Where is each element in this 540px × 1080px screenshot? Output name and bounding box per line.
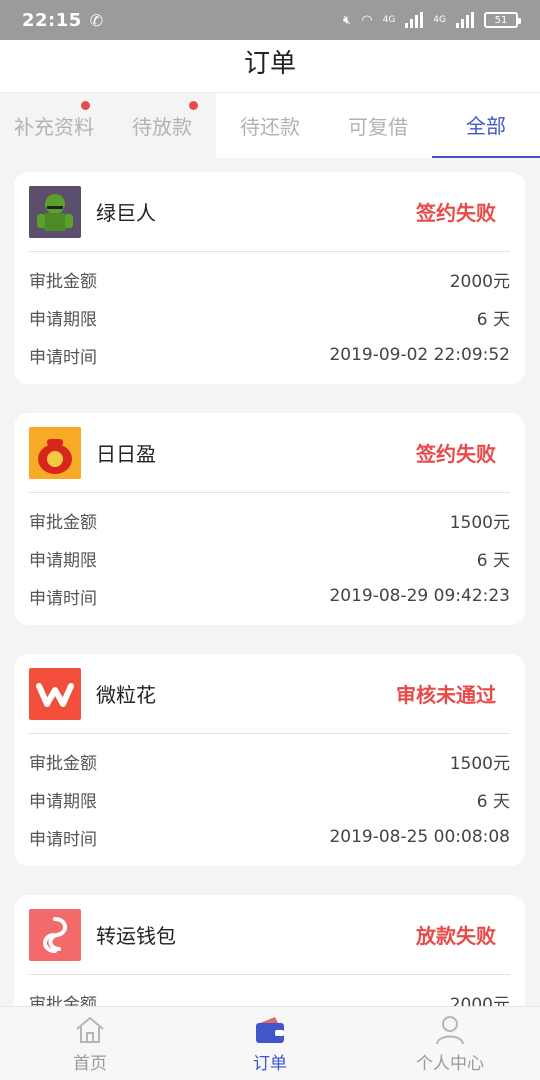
tab-pending-loan[interactable]: 待放款 — [108, 93, 216, 158]
order-status: 签约失败 — [416, 442, 496, 466]
nav-label: 个人中心 — [416, 1054, 484, 1074]
nav-label: 首页 — [73, 1054, 107, 1074]
term-label: 申请期限 — [29, 791, 97, 812]
product-name: 微粒花 — [96, 683, 156, 707]
term-row: 申请期限 6 天 — [29, 298, 510, 336]
product-name: 日日盈 — [96, 442, 156, 466]
card-header: 绿巨人 签约失败 — [29, 172, 510, 252]
signal-icon-2 — [456, 12, 474, 28]
term-value: 6 天 — [476, 791, 510, 812]
amount-label: 审批金额 — [29, 271, 97, 292]
nav-orders[interactable]: 订单 — [180, 1007, 360, 1080]
battery-level: 51 — [494, 14, 508, 26]
term-label: 申请期限 — [29, 309, 97, 330]
amount-value: 1500元 — [449, 512, 510, 533]
network-label-2: 4G — [433, 15, 446, 25]
term-row: 申请期限 6 天 — [29, 780, 510, 818]
time-value: 2019-08-25 00:08:08 — [329, 827, 510, 847]
top-header: 订单 — [0, 40, 540, 92]
wifi-icon: ◠ — [361, 12, 373, 28]
time-label: 申请时间 — [29, 347, 97, 368]
tab-reborrow[interactable]: 可复借 — [324, 93, 432, 158]
wifi-call-icon: ✆ — [89, 10, 104, 30]
tab-pending-repay[interactable]: 待还款 — [216, 93, 324, 158]
nav-profile[interactable]: 个人中心 — [360, 1007, 540, 1080]
order-status: 审核未通过 — [396, 683, 496, 707]
signal-icon — [405, 12, 424, 28]
time-row: 申请时间 2019-08-29 09:42:23 — [29, 577, 510, 615]
term-value: 6 天 — [476, 309, 510, 330]
network-label-1: 4G — [382, 15, 396, 25]
time-label: 申请时间 — [29, 829, 97, 850]
amount-row: 审批金额 1500元 — [29, 742, 510, 780]
nav-label: 订单 — [253, 1054, 287, 1074]
card-details: 审批金额 1500元 申请期限 6 天 申请时间 2019-08-29 09:42:2… — [29, 493, 510, 625]
hulk-logo-icon — [29, 185, 81, 238]
order-status: 放款失败 — [416, 924, 496, 948]
card-header: 转运钱包 放款失败 — [29, 895, 510, 975]
amount-label: 审批金额 — [29, 753, 97, 774]
person-icon — [436, 1016, 464, 1045]
time-row: 申请时间 2019-08-25 00:08:08 — [29, 818, 510, 856]
status-time: 22:15 — [22, 9, 82, 31]
mute-icon: 🔇︎ — [343, 12, 352, 28]
time-row: 申请时间 2019-09-02 22:09:52 — [29, 336, 510, 374]
amount-row: 审批金额 1500元 — [29, 501, 510, 539]
order-tabs: 补充资料 待放款 待还款 可复借 全部 — [0, 92, 540, 158]
tab-label: 全部 — [466, 114, 506, 138]
status-icons: 🔇︎ ◠ 4G 4G 51 — [343, 12, 521, 28]
card-header: 微粒花 审核未通过 — [29, 654, 510, 734]
product-name: 绿巨人 — [96, 201, 156, 225]
order-card[interactable]: 绿巨人 签约失败 审批金额 2000元 申请期限 6 天 申请时间 2019-09-0… — [14, 172, 525, 384]
amount-label: 审批金额 — [29, 512, 97, 533]
notification-dot — [81, 101, 90, 110]
money-bag-logo-icon — [29, 426, 81, 479]
time-value: 2019-08-29 09:42:23 — [329, 586, 510, 606]
tab-label: 待还款 — [240, 115, 300, 139]
tab-label: 补充资料 — [14, 115, 94, 139]
order-list: 绿巨人 签约失败 审批金额 2000元 申请期限 6 天 申请时间 2019-09-0… — [14, 172, 525, 1060]
card-header: 日日盈 签约失败 — [29, 413, 510, 493]
battery-icon: 51 — [484, 12, 521, 28]
time-label: 申请时间 — [29, 588, 97, 609]
home-icon — [76, 1016, 104, 1043]
time-value: 2019-09-02 22:09:52 — [329, 345, 510, 365]
amount-value: 1500元 — [449, 753, 510, 774]
bottom-nav: 首页 订单 个人中心 — [0, 1006, 540, 1080]
order-card[interactable]: 日日盈 签约失败 审批金额 1500元 申请期限 6 天 申请时间 2019-08-2… — [14, 413, 525, 625]
w-logo-icon — [29, 667, 81, 720]
tab-label: 可复借 — [348, 115, 408, 139]
page-title: 订单 — [243, 48, 296, 79]
card-details: 审批金额 2000元 申请期限 6 天 申请时间 2019-09-02 22:09:5… — [29, 252, 510, 384]
tab-all[interactable]: 全部 — [432, 93, 540, 158]
wallet-icon — [256, 1017, 284, 1043]
nav-home[interactable]: 首页 — [0, 1007, 180, 1080]
card-details: 审批金额 1500元 申请期限 6 天 申请时间 2019-08-25 00:08:0… — [29, 734, 510, 866]
term-value: 6 天 — [476, 550, 510, 571]
status-bar: 22:15 ✆ 🔇︎ ◠ 4G 4G 51 — [0, 0, 540, 40]
term-label: 申请期限 — [29, 550, 97, 571]
term-row: 申请期限 6 天 — [29, 539, 510, 577]
order-card[interactable]: 微粒花 审核未通过 审批金额 1500元 申请期限 6 天 申请时间 2019-08-… — [14, 654, 525, 866]
amount-row: 审批金额 2000元 — [29, 260, 510, 298]
tab-supplement[interactable]: 补充资料 — [0, 93, 108, 158]
order-status: 签约失败 — [416, 201, 496, 225]
swirl-logo-icon — [29, 908, 81, 961]
notification-dot — [189, 101, 198, 110]
amount-value: 2000元 — [449, 271, 510, 292]
product-name: 转运钱包 — [96, 924, 176, 948]
tab-label: 待放款 — [132, 115, 192, 139]
